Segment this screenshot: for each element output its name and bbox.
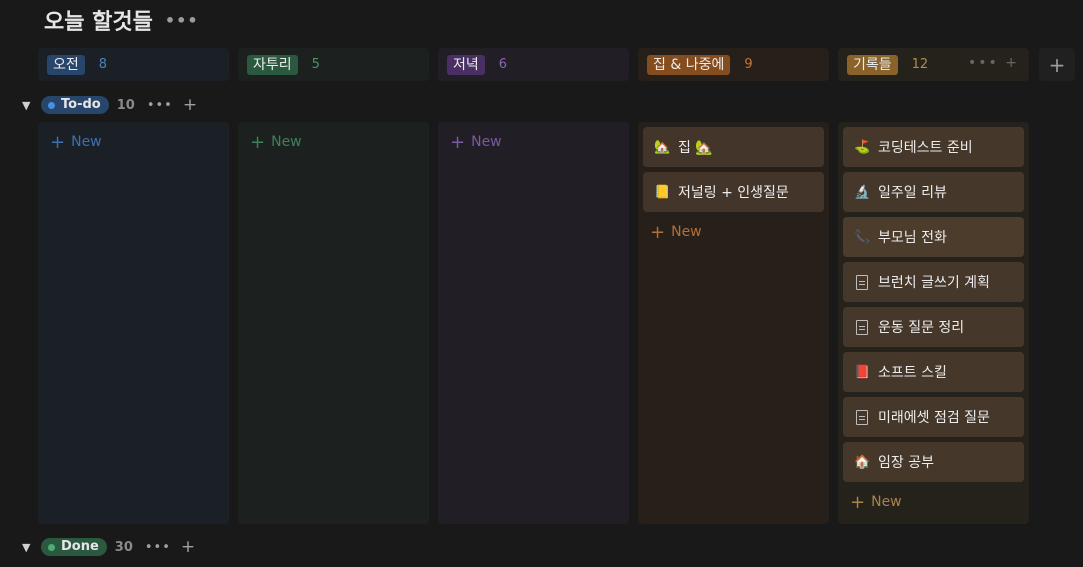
collapse-triangle-icon[interactable]: ▼ <box>22 99 36 112</box>
card[interactable]: 운동 질문 정리 <box>843 307 1024 347</box>
card[interactable]: ⛳ 코딩테스트 준비 <box>843 127 1024 167</box>
page-title-text: 오늘 할것들 <box>44 10 153 35</box>
column-count: 12 <box>911 57 929 72</box>
card-title: 미래에셋 점검 질문 <box>878 410 990 426</box>
column-morning: + New <box>38 122 229 524</box>
plus-icon: + <box>50 131 66 153</box>
column-header-records[interactable]: 기록들 12 ••• + <box>838 48 1029 81</box>
group-count: 30 <box>114 539 133 555</box>
plus-icon: + <box>450 131 466 153</box>
card-title: 집 🏡 <box>678 140 713 156</box>
document-icon <box>856 409 868 425</box>
new-label: New <box>271 134 302 150</box>
column-count: 9 <box>744 57 753 72</box>
ellipsis-icon[interactable]: ••• <box>145 540 171 555</box>
phone-icon: 📞 <box>854 229 871 245</box>
group-pill: Done <box>41 538 107 556</box>
column-label: 기록들 <box>847 54 898 75</box>
column-count: 5 <box>311 57 320 72</box>
card[interactable]: 미래에셋 점검 질문 <box>843 397 1024 437</box>
card-title: 일주일 리뷰 <box>878 185 947 201</box>
column-label: 자투리 <box>247 54 298 75</box>
house-icon: 🏡 <box>654 139 671 155</box>
group-header-todo[interactable]: ▼ To-do 10 ••• + <box>22 95 197 115</box>
card[interactable]: 📕 소프트 스킬 <box>843 352 1024 392</box>
plus-icon: + <box>1048 52 1066 77</box>
group-pill: To-do <box>41 96 109 114</box>
group-count: 10 <box>116 97 135 113</box>
new-card-button[interactable]: + New <box>843 487 1024 517</box>
column-records: ⛳ 코딩테스트 준비 🔬 일주일 리뷰 📞 부모님 전화 브런치 글쓰기 계획 … <box>838 122 1029 524</box>
card-title: 운동 질문 정리 <box>878 320 965 336</box>
column-actions-icon[interactable]: ••• + <box>968 55 1019 71</box>
new-card-button[interactable]: + New <box>43 127 224 157</box>
column-headers: 오전 8 자투리 5 저녁 6 집 & 나중에 9 기록들 12 ••• + <box>38 48 1038 81</box>
group-label: Done <box>61 539 99 554</box>
new-label: New <box>71 134 102 150</box>
golf-flag-icon: ⛳ <box>854 139 871 155</box>
card[interactable]: 🔬 일주일 리뷰 <box>843 172 1024 212</box>
book-icon: 📕 <box>854 364 871 380</box>
card-title: 저널링 + 인생질문 <box>678 185 789 201</box>
house-icon: 🏠 <box>854 454 871 470</box>
plus-icon[interactable]: + <box>181 537 195 557</box>
board-group-todo: + New + New + New 🏡 집 🏡 📒 저널링 + 인생질문 + N… <box>38 122 1038 524</box>
status-dot-icon <box>48 543 55 551</box>
card-title: 임장 공부 <box>878 455 934 471</box>
card-title: 코딩테스트 준비 <box>878 140 973 156</box>
plus-icon: + <box>650 221 666 243</box>
column-label: 오전 <box>47 54 85 75</box>
add-column-button[interactable]: + <box>1039 48 1075 81</box>
status-dot-icon <box>48 101 55 109</box>
document-icon <box>856 274 868 290</box>
card[interactable]: 🏡 집 🏡 <box>643 127 824 167</box>
column-break: + New <box>238 122 429 524</box>
column-evening: + New <box>438 122 629 524</box>
column-label: 집 & 나중에 <box>647 54 731 75</box>
column-count: 6 <box>498 57 508 72</box>
group-label: To-do <box>61 97 101 112</box>
new-label: New <box>671 224 702 240</box>
column-home-later: 🏡 집 🏡 📒 저널링 + 인생질문 + New <box>638 122 829 524</box>
notebook-icon: 📒 <box>654 184 671 200</box>
card-title: 부모님 전화 <box>878 230 947 246</box>
column-header-home-later[interactable]: 집 & 나중에 9 <box>638 48 829 81</box>
plus-icon: + <box>850 491 866 513</box>
new-card-button[interactable]: + New <box>243 127 424 157</box>
microscope-icon: 🔬 <box>854 184 871 200</box>
card-title: 브런치 글쓰기 계획 <box>878 275 990 291</box>
new-card-button[interactable]: + New <box>443 127 624 157</box>
ellipsis-icon[interactable]: ••• <box>147 98 173 113</box>
page-title: 오늘 할것들 ••• <box>44 4 199 36</box>
collapse-triangle-icon[interactable]: ▼ <box>22 541 36 554</box>
column-label: 저녁 <box>447 54 485 75</box>
card[interactable]: 📞 부모님 전화 <box>843 217 1024 257</box>
plus-icon[interactable]: + <box>183 95 197 115</box>
column-header-evening[interactable]: 저녁 6 <box>438 48 629 81</box>
new-label: New <box>471 134 502 150</box>
column-header-morning[interactable]: 오전 8 <box>38 48 229 81</box>
ellipsis-icon[interactable]: ••• <box>165 11 199 30</box>
new-card-button[interactable]: + New <box>643 217 824 247</box>
new-label: New <box>871 494 902 510</box>
group-header-done[interactable]: ▼ Done 30 ••• + <box>22 537 195 557</box>
document-icon <box>856 319 868 335</box>
card[interactable]: 📒 저널링 + 인생질문 <box>643 172 824 212</box>
card[interactable]: 🏠 임장 공부 <box>843 442 1024 482</box>
column-count: 8 <box>98 57 108 72</box>
card-title: 소프트 스킬 <box>878 365 947 381</box>
plus-icon: + <box>250 131 266 153</box>
column-header-break[interactable]: 자투리 5 <box>238 48 429 81</box>
card[interactable]: 브런치 글쓰기 계획 <box>843 262 1024 302</box>
